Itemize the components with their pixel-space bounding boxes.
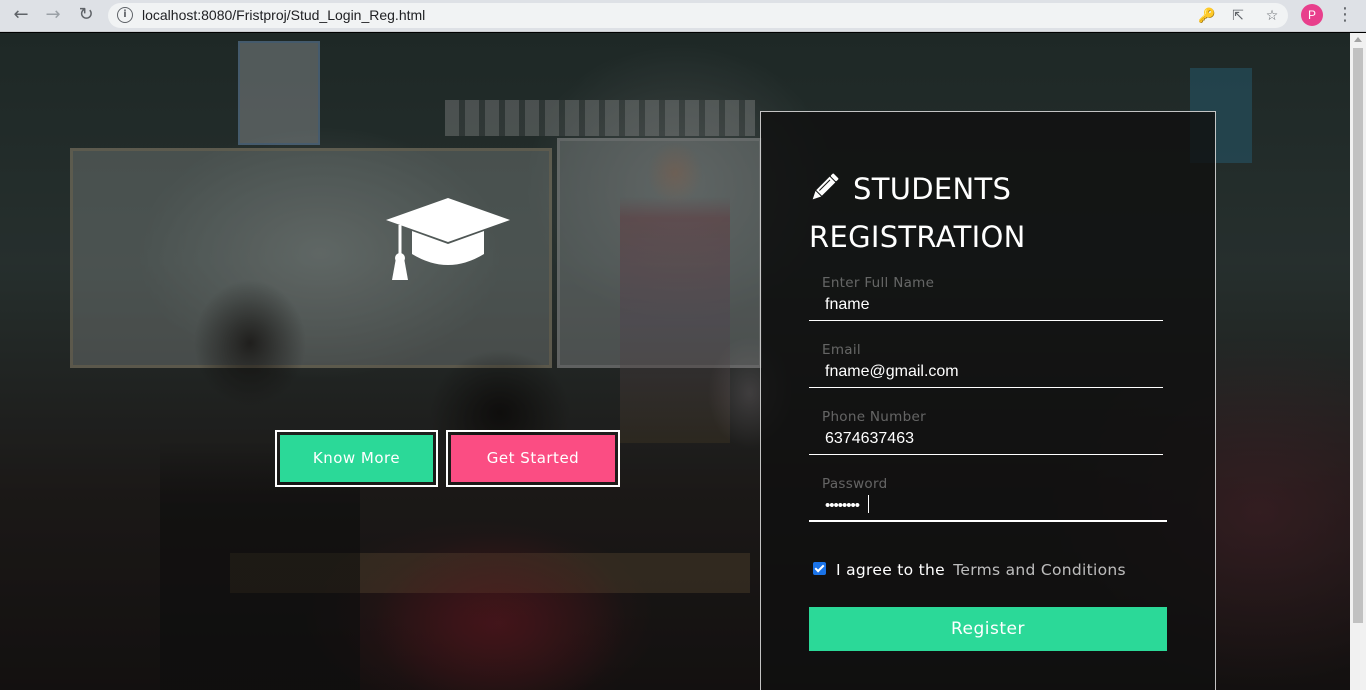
title-line-2: REGISTRATION: [809, 220, 1026, 254]
page-title: STUDENTS REGISTRATION: [809, 165, 1209, 261]
reload-icon[interactable]: ↻: [74, 4, 98, 26]
share-icon[interactable]: ⇱: [1229, 7, 1247, 25]
get-started-button[interactable]: Get Started: [446, 430, 620, 487]
agree-checkbox[interactable]: [813, 562, 826, 575]
forward-icon[interactable]: →: [41, 4, 65, 26]
full-name-field: Enter Full Name: [809, 275, 1163, 331]
email-input[interactable]: [809, 356, 1163, 388]
password-field: Password: [809, 476, 1167, 532]
info-icon[interactable]: i: [117, 7, 133, 23]
scrollbar-thumb[interactable]: [1353, 48, 1363, 623]
know-more-button[interactable]: Know More: [275, 430, 438, 487]
menu-icon[interactable]: ⋮: [1336, 4, 1354, 26]
star-icon[interactable]: ☆: [1263, 7, 1281, 25]
phone-field: Phone Number: [809, 409, 1163, 465]
password-input[interactable]: [809, 490, 1167, 522]
phone-input[interactable]: [809, 423, 1163, 455]
register-button[interactable]: Register: [809, 607, 1167, 651]
agree-text: I agree to the: [836, 561, 945, 579]
text-caret: [868, 495, 869, 513]
key-icon[interactable]: 🔑: [1198, 7, 1216, 25]
terms-link[interactable]: Terms and Conditions: [953, 561, 1126, 579]
scroll-up-icon[interactable]: [1354, 37, 1362, 42]
vertical-scrollbar[interactable]: [1350, 33, 1366, 690]
full-name-input[interactable]: [809, 289, 1163, 321]
get-started-label: Get Started: [451, 435, 615, 482]
address-bar[interactable]: i localhost:8080/Fristproj/Stud_Login_Re…: [108, 3, 1288, 28]
url-text[interactable]: localhost:8080/Fristproj/Stud_Login_Reg.…: [142, 7, 425, 23]
page-background: Know More Get Started STUDENTS REGISTRAT…: [0, 33, 1350, 690]
email-field: Email: [809, 342, 1163, 398]
title-line-1: STUDENTS: [853, 172, 1012, 206]
profile-avatar[interactable]: P: [1301, 4, 1323, 26]
know-more-label: Know More: [280, 435, 433, 482]
graduation-cap-icon: [386, 198, 510, 280]
back-icon[interactable]: ←: [9, 4, 33, 26]
browser-toolbar: ← → ↻ i localhost:8080/Fristproj/Stud_Lo…: [0, 0, 1366, 32]
agree-text-wrapper: I agree to the Terms and Conditions: [836, 560, 1126, 580]
pencil-icon: [812, 173, 839, 200]
registration-panel: STUDENTS REGISTRATION Enter Full Name Em…: [760, 111, 1216, 690]
